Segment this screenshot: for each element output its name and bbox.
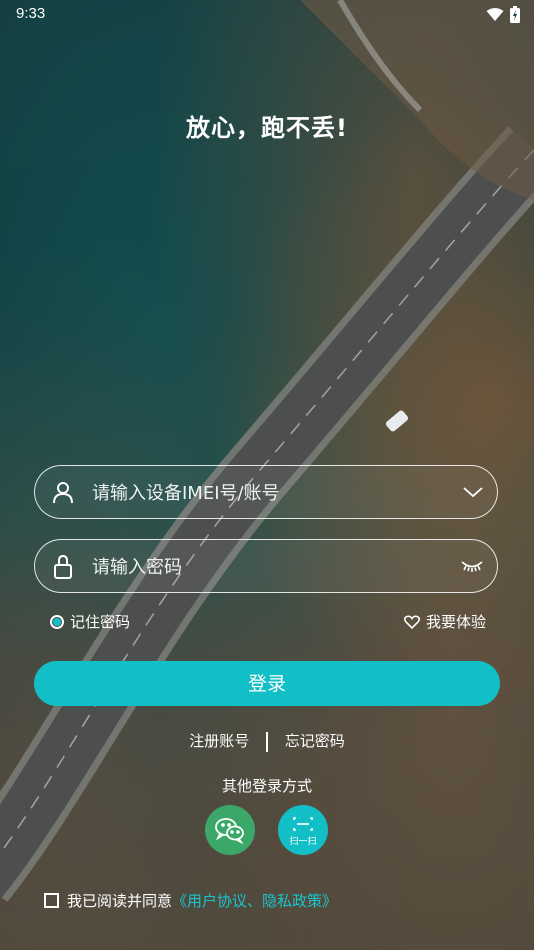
wechat-icon bbox=[215, 818, 244, 845]
agreement-row: 我已阅读并同意《用户协议、隐私政策》 bbox=[44, 890, 337, 911]
status-time: 9:33 bbox=[16, 5, 46, 22]
status-icons bbox=[486, 6, 520, 23]
login-options-row: 记住密码 我要体验 bbox=[50, 611, 486, 635]
radio-selected-dot bbox=[53, 617, 61, 626]
register-link[interactable]: 注册账号 bbox=[189, 732, 249, 750]
agreement-text: 我已阅读并同意《用户协议、隐私政策》 bbox=[67, 890, 337, 911]
lock-icon bbox=[51, 554, 75, 584]
remember-password[interactable]: 记住密码 bbox=[50, 611, 130, 632]
agreement-link[interactable]: 《用户协议、隐私政策》 bbox=[172, 892, 337, 910]
remember-label: 记住密码 bbox=[70, 613, 131, 631]
heart-icon bbox=[403, 614, 420, 629]
password-field[interactable] bbox=[34, 539, 498, 594]
user-icon bbox=[51, 480, 75, 508]
login-button[interactable]: 登录 bbox=[34, 661, 500, 706]
eye-closed-icon[interactable] bbox=[461, 558, 483, 577]
account-field[interactable] bbox=[34, 465, 498, 520]
battery-icon bbox=[510, 6, 520, 23]
scan-label: 扫一扫 bbox=[289, 837, 317, 847]
account-input[interactable] bbox=[90, 466, 454, 520]
agreement-prefix: 我已阅读并同意 bbox=[67, 892, 173, 910]
trial-label: 我要体验 bbox=[425, 613, 486, 631]
chevron-down-icon[interactable] bbox=[463, 484, 483, 503]
trial-link[interactable]: 我要体验 bbox=[403, 611, 486, 632]
slogan: 放心，跑不丢! bbox=[186, 114, 348, 142]
other-login-title: 其他登录方式 bbox=[221, 777, 312, 795]
login-screen: 9:33 放心，跑不丢! 请输入设备IMEI号/账号 记住密码 我要体验 登录 … bbox=[0, 0, 534, 950]
remember-radio[interactable] bbox=[50, 614, 64, 629]
link-divider bbox=[266, 731, 268, 752]
wifi-icon bbox=[486, 8, 504, 21]
forgot-password-link[interactable]: 忘记密码 bbox=[285, 732, 345, 750]
password-input[interactable] bbox=[90, 540, 454, 594]
status-bar: 9:33 bbox=[0, 0, 534, 28]
scan-login-button[interactable]: 扫一扫 bbox=[278, 805, 328, 855]
scan-icon bbox=[293, 817, 313, 831]
account-links: 注册账号 忘记密码 bbox=[0, 730, 534, 752]
wechat-login-button[interactable] bbox=[205, 805, 255, 855]
agreement-checkbox[interactable] bbox=[44, 893, 59, 908]
